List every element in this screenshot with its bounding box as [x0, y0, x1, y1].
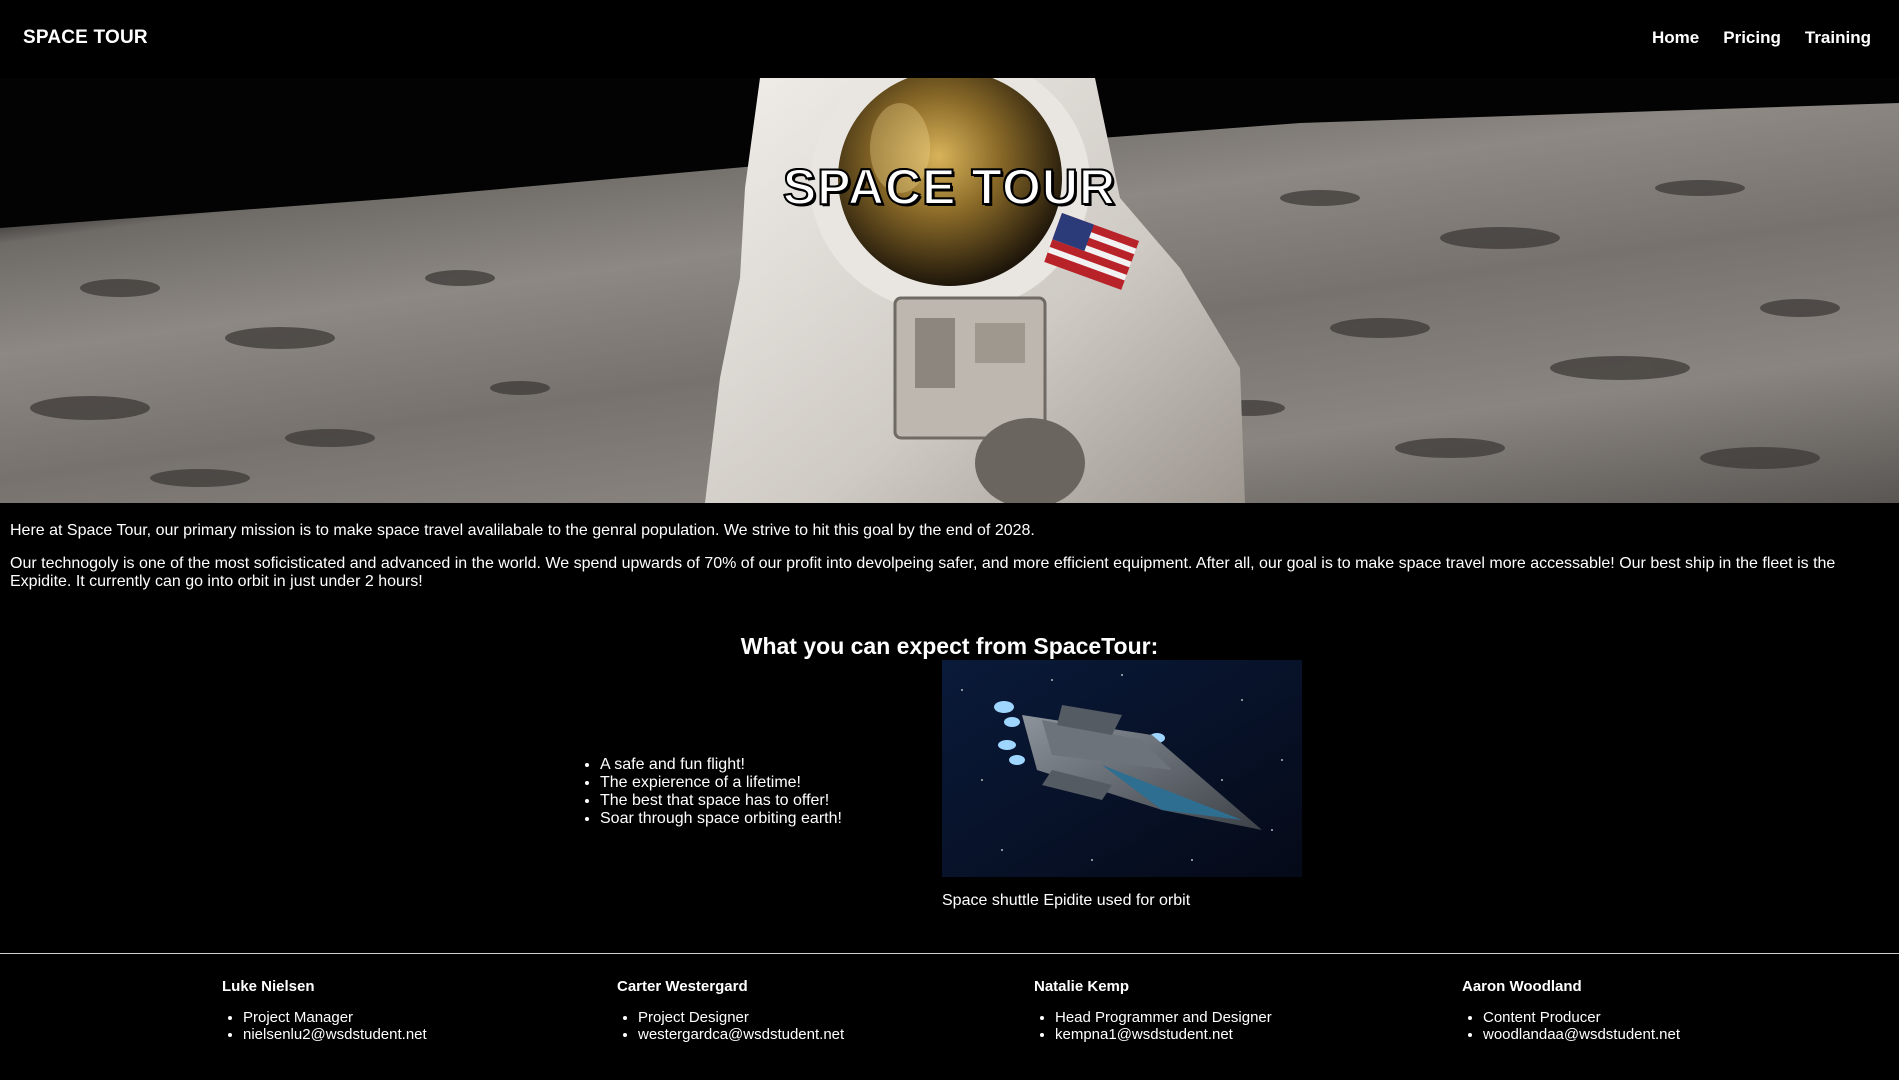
nav-links: Home Pricing Training — [1652, 28, 1871, 48]
team-member-card: Aaron Woodland Content Producer woodland… — [1462, 978, 1680, 1043]
member-role: Project Manager — [243, 1009, 427, 1026]
hero-title: SPACE TOUR — [782, 158, 1117, 216]
list-item: The best that space has to offer! — [600, 792, 842, 810]
footer-divider — [0, 953, 1899, 954]
member-email: nielsenlu2@wsdstudent.net — [243, 1026, 427, 1043]
member-name: Luke Nielsen — [222, 978, 315, 995]
hero-banner: SPACE TOUR — [0, 78, 1899, 503]
feature-list: A safe and fun flight! The expierence of… — [582, 756, 842, 828]
team-member-card: Luke Nielsen Project Manager nielsenlu2@… — [222, 978, 427, 1043]
list-item: A safe and fun flight! — [600, 756, 842, 774]
member-email: kempna1@wsdstudent.net — [1055, 1026, 1272, 1043]
space-shuttle-image — [942, 660, 1302, 877]
team-member-card: Natalie Kemp Head Programmer and Designe… — [1034, 978, 1272, 1043]
nav-link-training[interactable]: Training — [1805, 28, 1871, 48]
intro-section: Here at Space Tour, our primary mission … — [10, 522, 1899, 606]
brand-logo[interactable]: SPACE TOUR — [23, 27, 148, 49]
nav-link-pricing[interactable]: Pricing — [1723, 28, 1781, 48]
member-name: Aaron Woodland — [1462, 978, 1582, 995]
intro-paragraph-1: Here at Space Tour, our primary mission … — [10, 522, 1035, 539]
list-item: The expierence of a lifetime! — [600, 774, 842, 792]
member-email: woodlandaa@wsdstudent.net — [1483, 1026, 1680, 1043]
nav-link-home[interactable]: Home — [1652, 28, 1699, 48]
member-role: Project Designer — [638, 1009, 844, 1026]
navbar: SPACE TOUR Home Pricing Training — [0, 0, 1899, 78]
member-email: westergardca@wsdstudent.net — [638, 1026, 844, 1043]
member-name: Natalie Kemp — [1034, 978, 1130, 995]
member-role: Head Programmer and Designer — [1055, 1009, 1272, 1026]
member-name: Carter Westergard — [617, 978, 748, 995]
astronaut-moon-photo — [0, 78, 1899, 503]
team-member-card: Carter Westergard Project Designer weste… — [617, 978, 844, 1043]
member-role: Content Producer — [1483, 1009, 1680, 1026]
ship-caption: Space shuttle Epidite used for orbit — [942, 892, 1191, 909]
intro-paragraph-2: Our technogoly is one of the most sofici… — [10, 555, 1836, 590]
expect-heading: What you can expect from SpaceTour: — [740, 633, 1159, 660]
list-item: Soar through space orbiting earth! — [600, 810, 842, 828]
